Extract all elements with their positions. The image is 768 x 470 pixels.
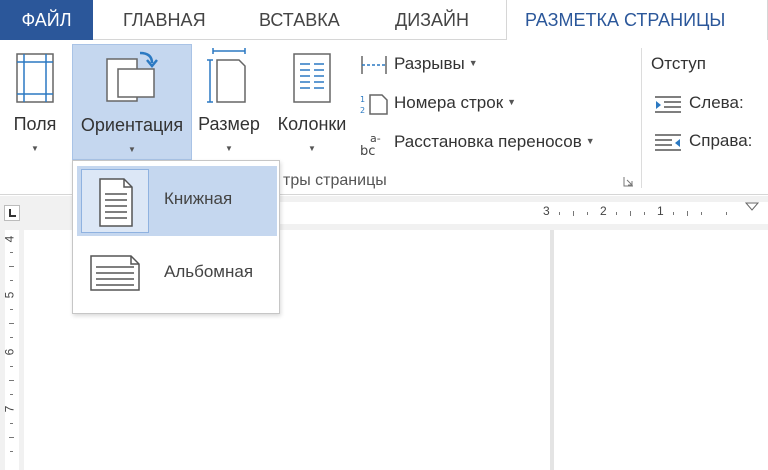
page-setup-group-label: тры страницы <box>283 172 387 189</box>
tab-design[interactable]: ДИЗАЙН <box>395 0 469 40</box>
tab-page-layout[interactable]: РАЗМЕТКА СТРАНИЦЫ <box>506 0 768 41</box>
columns-button[interactable]: Колонки ▼ <box>268 44 356 160</box>
breaks-label: Разрывы <box>394 54 465 73</box>
tab-selector[interactable] <box>4 205 20 221</box>
indent-right-label: Справа: <box>689 131 753 150</box>
ruler-number: 1 <box>657 204 664 218</box>
hyphenation-icon: a- bc <box>360 132 381 156</box>
indent-left-icon <box>655 96 681 113</box>
ruler-ticks <box>559 202 760 216</box>
group-separator <box>641 48 642 188</box>
orientation-option-portrait[interactable]: Книжная <box>77 166 277 236</box>
portrait-thumbnail <box>81 169 149 233</box>
svg-text:bc: bc <box>360 144 375 156</box>
portrait-label: Книжная <box>164 189 233 208</box>
orientation-label: Ориентация <box>80 115 184 135</box>
chevron-down-icon: ▼ <box>468 58 478 68</box>
ruler-number: 4 <box>2 235 17 243</box>
orientation-dropdown-menu: Книжная Альбомная <box>72 160 280 314</box>
orientation-button[interactable]: Ориентация ▼ <box>72 44 192 160</box>
page-size-icon <box>207 48 246 103</box>
columns-label: Колонки <box>277 114 347 134</box>
ruler-number: 2 <box>600 204 607 218</box>
landscape-thumbnail <box>81 242 149 306</box>
columns-icon <box>293 53 331 103</box>
dialog-launcher-icon[interactable] <box>623 176 634 187</box>
indent-group-title: Отступ <box>651 54 707 73</box>
landscape-page-icon <box>90 255 140 291</box>
chevron-down-icon: ▼ <box>507 97 517 107</box>
size-label: Размер <box>198 114 260 134</box>
chevron-down-icon: ▼ <box>128 145 136 154</box>
line-numbers-icon: 1 2 <box>360 94 388 115</box>
line-numbers-label: Номера строк <box>394 93 504 112</box>
size-button[interactable]: Размер ▼ <box>194 44 264 160</box>
chevron-down-icon: ▼ <box>31 144 39 153</box>
ruler-text-area <box>276 202 768 224</box>
svg-text:2: 2 <box>360 106 365 115</box>
margins-icon <box>16 53 54 103</box>
landscape-label: Альбомная <box>164 262 254 281</box>
tab-home[interactable]: ГЛАВНАЯ <box>123 0 206 40</box>
orientation-option-landscape[interactable]: Альбомная <box>77 239 277 309</box>
portrait-page-icon <box>99 178 133 227</box>
vertical-ruler[interactable]: 4 5 6 7 <box>0 230 24 470</box>
ruler-number: 6 <box>2 348 17 356</box>
ruler-number: 3 <box>543 204 550 218</box>
page-break-icon <box>361 56 387 74</box>
ruler-number: 5 <box>2 291 17 299</box>
svg-text:1: 1 <box>360 95 365 104</box>
chevron-down-icon: ▼ <box>308 144 316 153</box>
margins-label: Поля <box>13 114 57 134</box>
margins-button[interactable]: Поля ▼ <box>2 44 68 160</box>
chevron-down-icon: ▼ <box>585 136 595 146</box>
chevron-down-icon: ▼ <box>225 144 233 153</box>
ruler-number: 7 <box>2 405 17 413</box>
tab-insert[interactable]: ВСТАВКА <box>259 0 340 40</box>
orientation-icon <box>106 51 158 102</box>
left-tab-stop-icon <box>9 209 16 217</box>
indent-right-icon <box>655 134 681 151</box>
tab-file[interactable]: ФАЙЛ <box>0 0 93 40</box>
document-page-next[interactable] <box>554 230 768 470</box>
hyphenation-label: Расстановка переносов <box>394 132 582 151</box>
ribbon-tab-bar: ФАЙЛ ГЛАВНАЯ ВСТАВКА ДИЗАЙН РАЗМЕТКА СТР… <box>0 0 768 41</box>
indent-left-label: Слева: <box>689 93 744 112</box>
